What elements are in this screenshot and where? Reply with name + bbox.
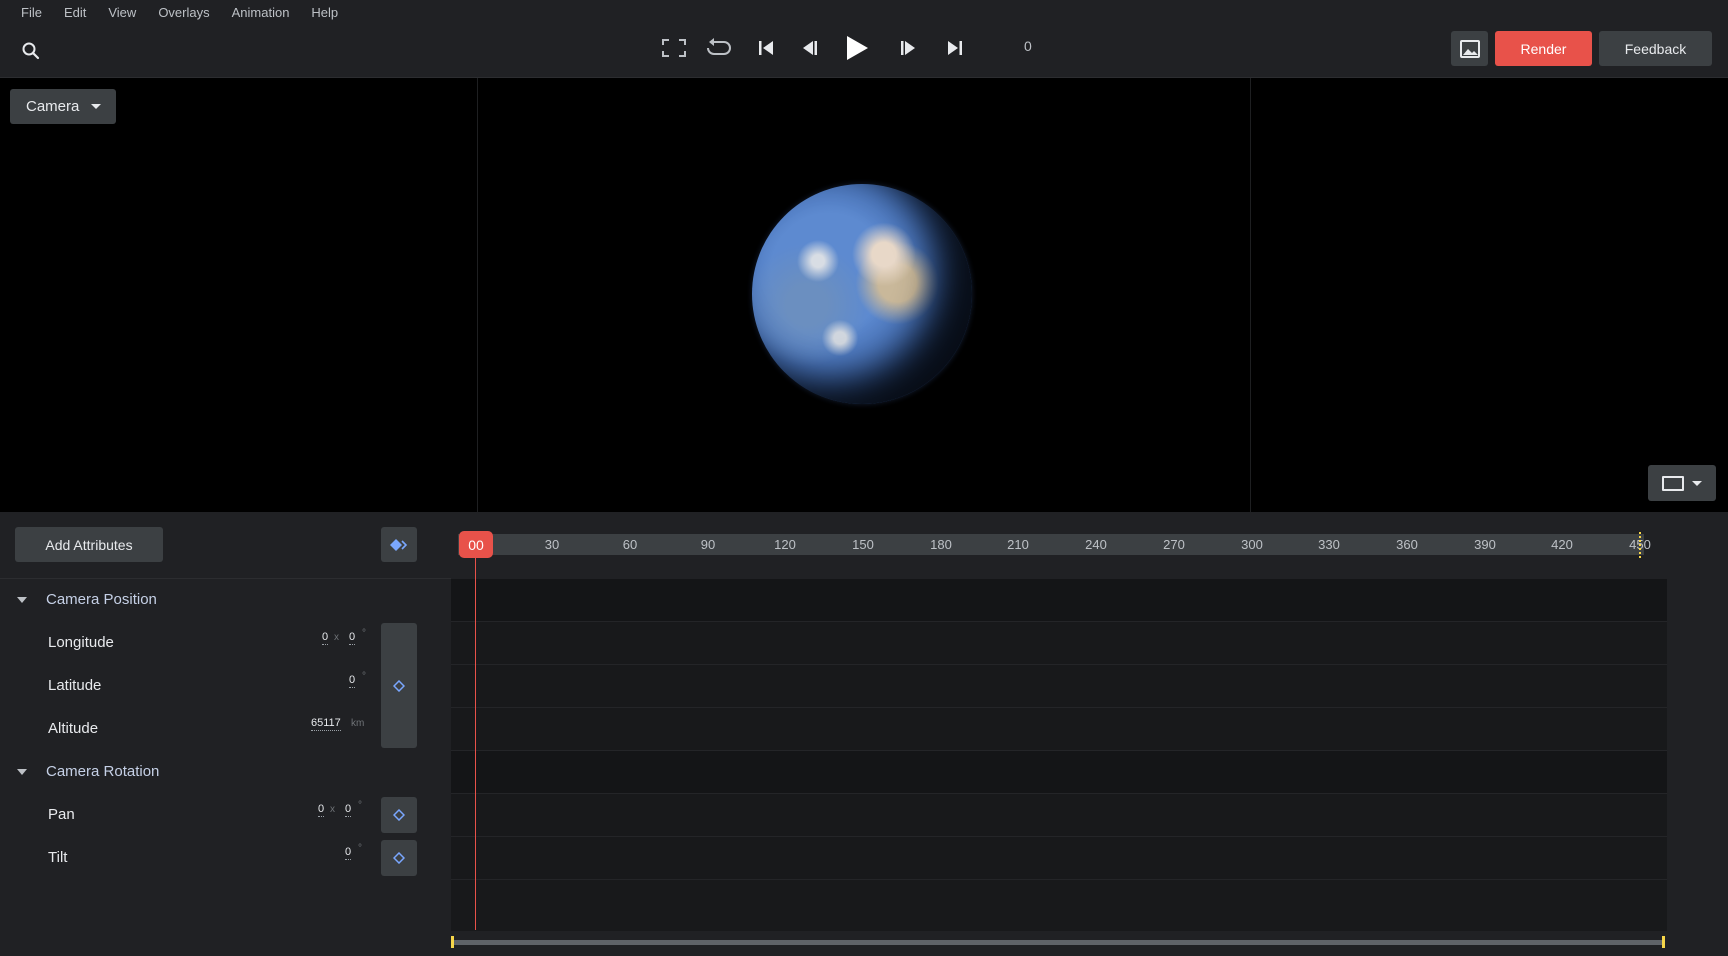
keyframe-all-button[interactable] [381,527,417,562]
render-button[interactable]: Render [1495,31,1592,66]
tick-label: 60 [622,537,638,552]
safe-frame-right-guide [1250,78,1251,512]
search-icon[interactable] [20,40,42,62]
tick-label: 390 [1474,537,1496,552]
keyframe-pan-button[interactable] [381,797,417,833]
scrollbar-end-handle[interactable] [1662,936,1665,948]
tick-label: 360 [1396,537,1418,552]
loop-icon[interactable] [702,30,734,66]
group-camera-position[interactable]: Camera Position [0,579,451,622]
tick-label: 210 [1007,537,1029,552]
fullscreen-icon[interactable] [658,30,690,66]
chevron-down-icon [1692,480,1702,486]
play-icon[interactable] [841,30,873,66]
track-altitude[interactable] [451,708,1667,751]
pan-degrees-field[interactable]: 0 [318,803,325,817]
playhead-handle[interactable]: 00 [459,531,493,558]
menu-animation[interactable]: Animation [221,3,301,23]
keyframe-navigate-icon [390,538,408,551]
keyframe-tracks[interactable] [451,579,1667,931]
tick-label: 90 [700,537,716,552]
end-frame-marker[interactable] [1639,532,1641,558]
aspect-ratio-dropdown[interactable] [1648,465,1716,501]
attr-label: Altitude [48,720,99,737]
scrollbar-start-handle[interactable] [451,936,454,948]
tick-label: 30 [544,537,560,552]
tick-label: 120 [774,537,796,552]
keyframe-diamond-icon [393,679,405,692]
track-tilt[interactable] [451,837,1667,880]
tick-label: 240 [1085,537,1107,552]
menu-overlays[interactable]: Overlays [147,3,220,23]
top-toolbar: File Edit View Overlays Animation Help 0… [0,0,1728,78]
track-latitude[interactable] [451,665,1667,708]
altitude-field[interactable]: 65117 [311,717,341,731]
safe-frame-left-guide [477,78,478,512]
separator: x [330,804,335,815]
unit-label: ° [362,628,366,639]
tick-label: 300 [1241,537,1263,552]
skip-to-start-icon[interactable] [750,30,782,66]
menu-help[interactable]: Help [300,3,349,23]
longitude-minutes-field[interactable]: 0 [349,631,356,645]
3d-viewport[interactable]: Camera [0,78,1728,512]
tick-label: 420 [1551,537,1573,552]
separator: x [334,632,339,643]
unit-label: ° [358,843,362,854]
tick-label: 330 [1318,537,1340,552]
menu-edit[interactable]: Edit [53,3,97,23]
track-longitude[interactable] [451,622,1667,665]
group-title: Camera Rotation [46,763,160,780]
aspect-ratio-icon [1662,475,1684,491]
add-attributes-button[interactable]: Add Attributes [15,527,163,562]
unit-label: ° [358,800,362,811]
step-back-icon[interactable] [794,30,826,66]
tilt-field[interactable]: 0 [345,846,352,860]
current-frame-readout: 0 [1024,38,1032,54]
timeline-ruler[interactable]: 30 60 90 120 150 180 210 240 270 300 330… [458,534,1651,555]
track-camera-position[interactable] [451,579,1667,622]
latitude-field[interactable]: 0 [349,674,356,688]
collapse-arrow-icon[interactable] [17,597,27,603]
unit-label: km [351,718,365,729]
keyframe-diamond-icon [393,852,405,864]
image-icon[interactable] [1451,31,1488,66]
keyframe-diamond-icon [393,809,405,821]
feedback-button[interactable]: Feedback [1599,31,1712,66]
timeline-scrollbar[interactable] [451,936,1665,948]
longitude-degrees-field[interactable]: 0 [322,631,329,645]
keyframe-position-button[interactable] [381,623,417,748]
step-forward-icon[interactable] [892,30,924,66]
tick-label: 150 [852,537,874,552]
track-camera-rotation[interactable] [451,751,1667,794]
menu-file[interactable]: File [10,3,53,23]
pan-minutes-field[interactable]: 0 [345,803,352,817]
attr-label: Tilt [48,849,68,866]
group-camera-rotation[interactable]: Camera Rotation [0,751,451,794]
playhead-line [475,555,476,930]
track-pan[interactable] [451,794,1667,837]
attr-label: Latitude [48,677,102,694]
group-title: Camera Position [46,591,157,608]
attr-label: Pan [48,806,75,823]
camera-dropdown[interactable]: Camera [10,89,116,124]
tick-label: 180 [930,537,952,552]
collapse-arrow-icon[interactable] [17,769,27,775]
skip-to-end-icon[interactable] [939,30,971,66]
camera-dropdown-label: Camera [26,98,80,115]
keyframe-tilt-button[interactable] [381,840,417,876]
earth-globe [752,184,972,404]
chevron-down-icon [91,104,102,109]
menu-view[interactable]: View [97,3,147,23]
timeline-panel: Add Attributes 30 60 90 120 150 180 210 … [0,512,1728,956]
menu-bar: File Edit View Overlays Animation Help [10,3,349,23]
attr-label: Longitude [48,634,114,651]
tick-label: 270 [1163,537,1185,552]
unit-label: ° [362,671,366,682]
